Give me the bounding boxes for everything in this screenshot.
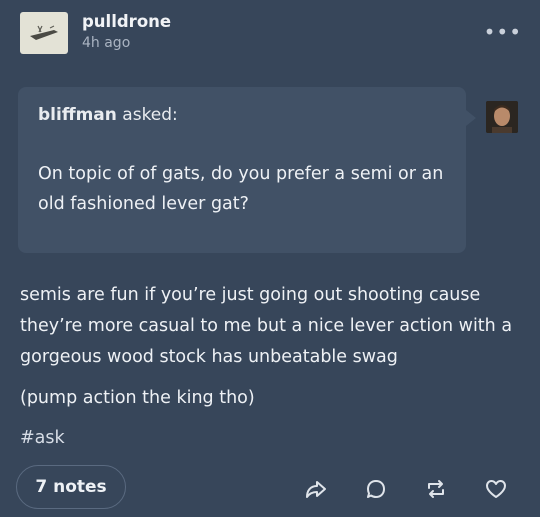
drone-icon: [30, 25, 58, 40]
post-timestamp[interactable]: 4h ago: [82, 33, 171, 53]
blog-name[interactable]: pulldrone: [82, 11, 171, 33]
reply-icon: [367, 480, 385, 498]
reblog-icon: [428, 480, 444, 498]
answer-paragraph: semis are fun if you’re just going out s…: [20, 285, 513, 367]
asked-label: asked:: [122, 105, 178, 125]
reply-button[interactable]: [346, 475, 406, 503]
asker-name[interactable]: bliffman: [38, 105, 117, 125]
more-options-icon[interactable]: •••: [484, 20, 522, 44]
like-icon: [486, 480, 506, 498]
post-tag[interactable]: #ask: [20, 428, 65, 448]
share-icon: [306, 481, 326, 498]
post-actions: [286, 475, 526, 503]
ask-bubble-tail: [466, 110, 476, 126]
like-button[interactable]: [466, 475, 526, 503]
blog-avatar[interactable]: [20, 12, 68, 54]
asker-line: bliffman asked:: [38, 105, 178, 125]
answer-paragraph-2: (pump action the king tho): [20, 388, 255, 408]
asker-portrait-icon: [486, 101, 518, 133]
post-header: pulldrone 4h ago: [20, 12, 171, 54]
ask-question: On topic of of gats, do you prefer a sem…: [38, 164, 444, 214]
asker-avatar[interactable]: [486, 101, 518, 133]
ask-box: bliffman asked: On topic of of gats, do …: [18, 87, 466, 253]
notes-button[interactable]: 7 notes: [16, 465, 126, 509]
reblog-button[interactable]: [406, 475, 466, 503]
share-button[interactable]: [286, 475, 346, 503]
